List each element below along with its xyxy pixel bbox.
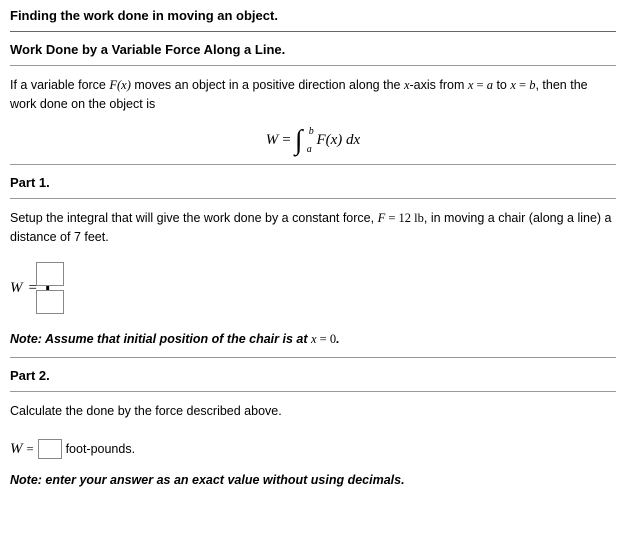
part1-heading: Part 1. bbox=[10, 165, 616, 199]
theory-intro: If a variable force F(x) moves an object… bbox=[10, 66, 616, 124]
text: = bbox=[473, 78, 486, 92]
page-title: Finding the work done in moving an objec… bbox=[10, 8, 616, 32]
part2-heading: Part 2. bbox=[10, 358, 616, 392]
text: to bbox=[493, 78, 510, 92]
dx-x: x bbox=[354, 132, 361, 148]
equals-sign: = bbox=[282, 132, 290, 149]
text: = bbox=[317, 332, 330, 346]
work-answer-input[interactable] bbox=[38, 439, 62, 459]
force-value: 12 lb bbox=[399, 211, 424, 225]
units-label: foot-pounds. bbox=[66, 442, 136, 456]
text: moves an object in a positive direction … bbox=[131, 78, 404, 92]
part1-note: Note: Assume that initial position of th… bbox=[10, 332, 616, 358]
integrand-F: F bbox=[316, 132, 325, 148]
part2-calc-text: Calculate the done by the force describe… bbox=[10, 392, 616, 431]
upper-limit-input[interactable] bbox=[36, 262, 64, 286]
math-W: W bbox=[10, 280, 23, 297]
part2-answer-line: W = foot-pounds. bbox=[10, 431, 616, 467]
dx-d: d bbox=[342, 132, 353, 148]
upper-limit: b bbox=[309, 128, 314, 136]
lower-limit: a bbox=[307, 146, 312, 154]
math-W: W bbox=[266, 132, 279, 149]
work-formula: W = ∫ b a F(x) dx bbox=[10, 124, 616, 165]
text: If a variable force bbox=[10, 78, 109, 92]
part1-integral-input: W = ∫ bbox=[10, 256, 616, 332]
distance-value: 7 bbox=[74, 230, 81, 244]
integrand-x: (x) bbox=[326, 132, 343, 148]
text: Setup the integral that will give the wo… bbox=[10, 211, 378, 225]
text: = bbox=[516, 78, 529, 92]
text: Note: Assume that initial position of th… bbox=[10, 332, 311, 346]
integral-icon: ∫ b a bbox=[295, 130, 303, 152]
part2-note: Note: enter your answer as an exact valu… bbox=[10, 467, 616, 489]
text: = bbox=[385, 211, 398, 225]
part1-setup: Setup the integral that will give the wo… bbox=[10, 199, 616, 257]
text: . bbox=[336, 332, 339, 346]
lower-limit-input[interactable] bbox=[36, 290, 64, 314]
theory-heading: Work Done by a Variable Force Along a Li… bbox=[10, 32, 616, 66]
equals-sign: = bbox=[27, 442, 34, 457]
text: -axis from bbox=[410, 78, 468, 92]
text: feet. bbox=[81, 230, 109, 244]
math-W: W bbox=[10, 441, 23, 458]
math-fx: F(x) bbox=[109, 78, 131, 92]
